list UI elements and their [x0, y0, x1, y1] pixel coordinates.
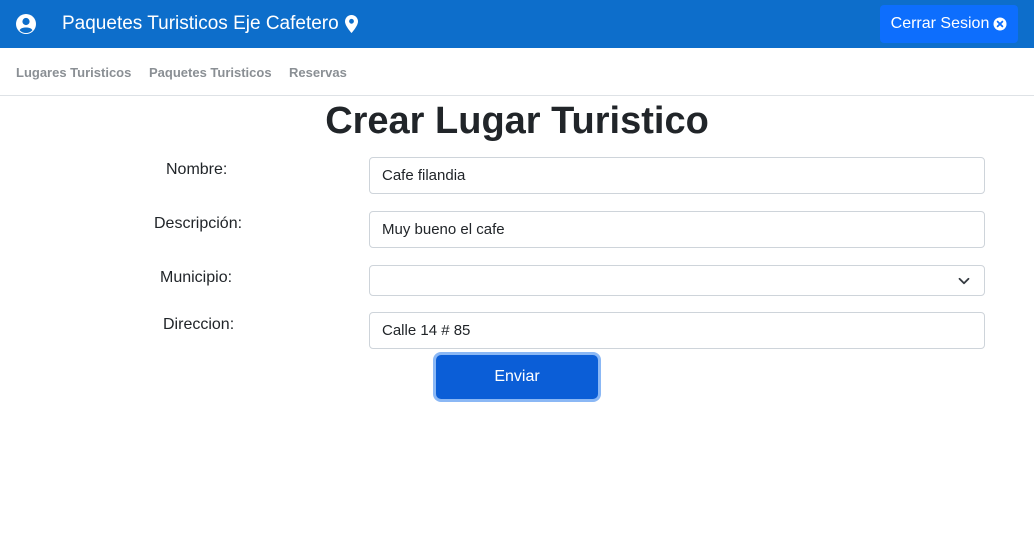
logout-label: Cerrar Sesion [890, 15, 990, 32]
nombre-input[interactable] [369, 157, 985, 194]
page-title: Crear Lugar Turistico [325, 100, 709, 142]
nav-link-paquetes[interactable]: Paquetes Turisticos [149, 65, 272, 80]
nav-link-lugares[interactable]: Lugares Turisticos [16, 65, 131, 80]
direccion-label: Direccion: [163, 316, 235, 333]
brand-text: Paquetes Turisticos Eje Cafetero [62, 13, 339, 34]
user-circle-icon[interactable] [15, 13, 37, 35]
nav-link-reservas[interactable]: Reservas [289, 65, 347, 80]
top-header: Paquetes Turisticos Eje Cafetero Cerrar … [0, 0, 1034, 48]
logout-button[interactable]: Cerrar Sesion [880, 5, 1018, 43]
submit-button[interactable]: Enviar [436, 355, 598, 399]
municipio-label: Municipio: [160, 269, 233, 286]
close-circle-icon [993, 17, 1007, 31]
descripcion-label: Descripción: [154, 215, 243, 232]
map-pin-icon [344, 15, 358, 33]
descripcion-input[interactable] [369, 211, 985, 248]
direccion-input[interactable] [369, 312, 985, 349]
main-nav: Lugares Turisticos Paquetes Turisticos R… [0, 48, 1034, 96]
submit-label: Enviar [494, 368, 540, 385]
chevron-down-icon [958, 277, 970, 285]
municipio-select[interactable] [369, 265, 985, 296]
brand-title[interactable]: Paquetes Turisticos Eje Cafetero [62, 13, 358, 35]
nombre-label: Nombre: [166, 161, 228, 178]
